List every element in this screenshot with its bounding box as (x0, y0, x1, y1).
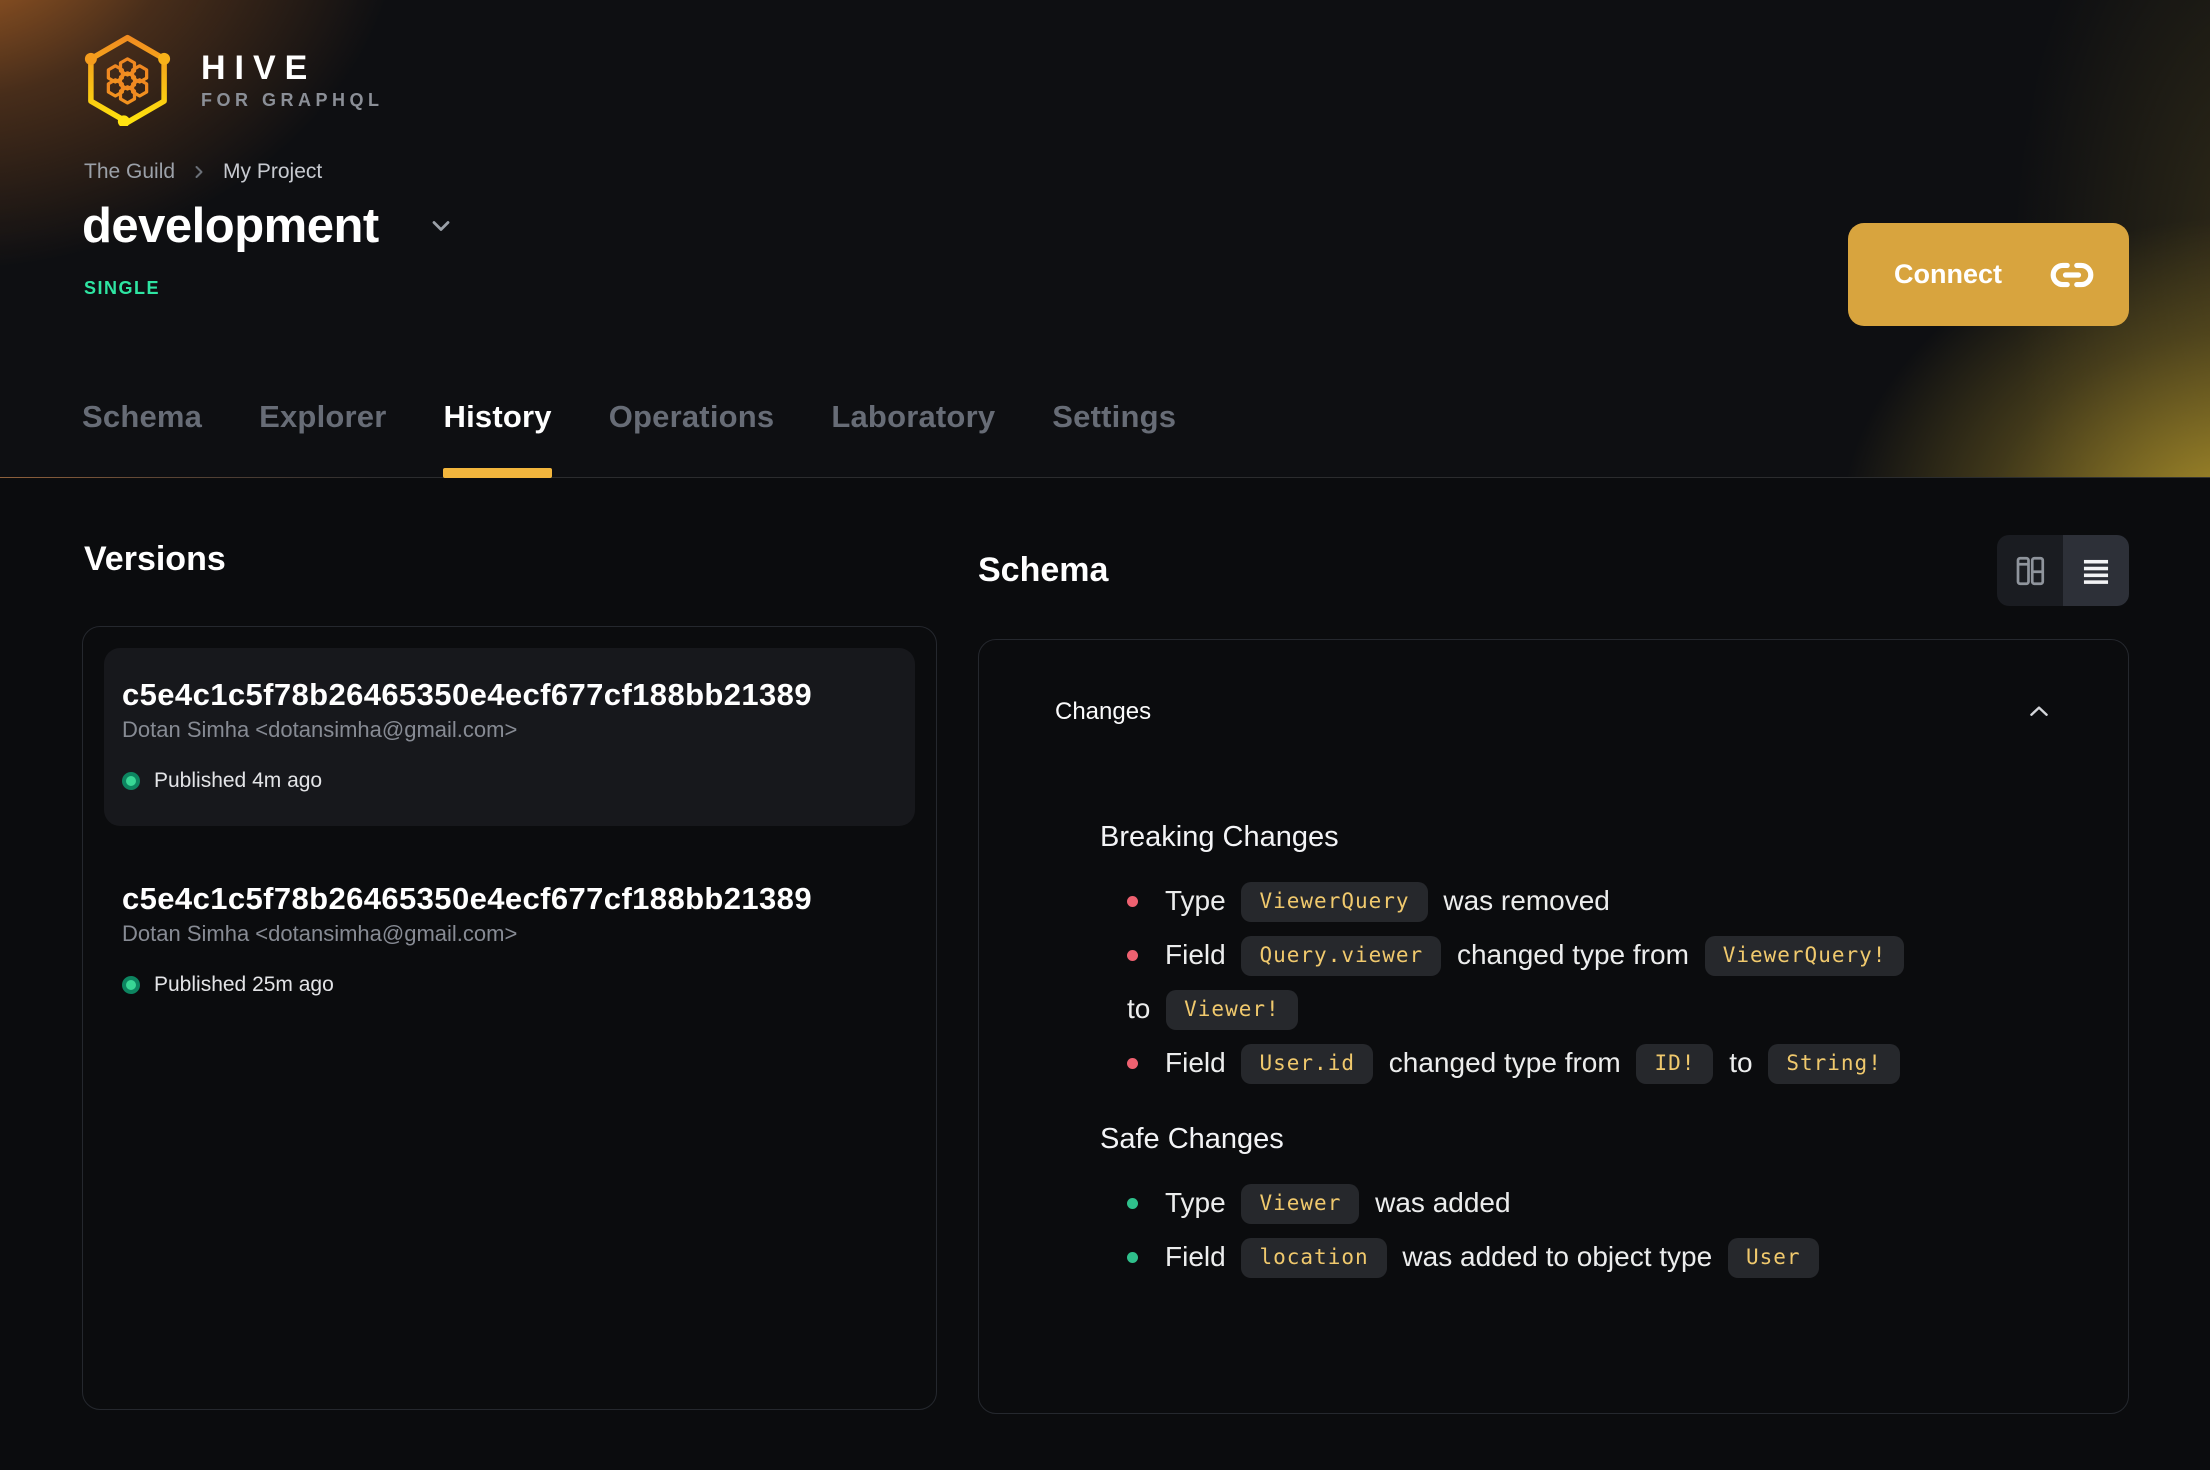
brand-name: HIVE (201, 49, 317, 87)
code-chip: location (1241, 1238, 1387, 1278)
bullet-icon (1127, 1198, 1138, 1209)
change-section-title: Safe Changes (1100, 1123, 1284, 1155)
change-section-safe: Safe Changes Type Viewer was added Field … (1100, 1120, 2052, 1284)
change-text: was removed (1443, 885, 1610, 916)
changes-collapse-header[interactable]: Changes (1055, 692, 2052, 732)
connect-button[interactable]: Connect (1848, 223, 2129, 326)
change-text: Field (1165, 1241, 1226, 1272)
changes-sections: Breaking Changes Type ViewerQuery was rem… (1055, 818, 2052, 1284)
brand-tagline: FOR GRAPHQL (201, 90, 384, 110)
columns-icon (2012, 553, 2048, 589)
bullet-icon (1127, 950, 1138, 961)
tab-schema[interactable]: Schema (82, 397, 202, 477)
change-text: Field (1165, 939, 1226, 970)
version-status-row: Published 4m ago (122, 769, 897, 793)
app: { "brand": {"name": "HIVE", "tagline": "… (0, 0, 2210, 1470)
schema-heading: Schema (978, 551, 1109, 589)
code-chip: Viewer (1241, 1184, 1360, 1224)
bullet-icon (1127, 1252, 1138, 1263)
change-list: Type Viewer was added Field location was… (1127, 1176, 2052, 1284)
chevron-up-icon[interactable] (2026, 699, 2052, 725)
version-hash: c5e4c1c5f78b26465350e4ecf677cf188bb21389 (122, 881, 812, 916)
breadcrumb-project[interactable]: My Project (223, 160, 322, 184)
tab-settings[interactable]: Settings (1052, 397, 1176, 477)
change-text: changed type from (1388, 1047, 1621, 1078)
code-chip: User.id (1241, 1044, 1373, 1084)
code-chip: Viewer! (1166, 990, 1298, 1030)
version-status-text: Published 25m ago (154, 973, 334, 996)
code-chip: Query.viewer (1241, 936, 1442, 976)
change-text: to (1729, 1047, 1753, 1078)
breadcrumb-org[interactable]: The Guild (84, 160, 175, 184)
target-type-badge: SINGLE (84, 278, 161, 298)
target-selector[interactable]: development (82, 198, 455, 254)
bullet-icon (1127, 896, 1138, 907)
version-author: Dotan Simha <dotansimha@gmail.com> (122, 717, 518, 742)
tab-operations[interactable]: Operations (609, 397, 775, 477)
tab-explorer[interactable]: Explorer (259, 397, 386, 477)
code-chip: ViewerQuery (1241, 882, 1428, 922)
hive-logo-icon (80, 34, 175, 126)
code-chip: String! (1768, 1044, 1900, 1084)
header: HIVE FOR GRAPHQL The Guild My Project de… (0, 0, 2210, 478)
change-text: Type (1165, 1187, 1226, 1218)
change-text: was added (1375, 1187, 1511, 1218)
version-card[interactable]: c5e4c1c5f78b26465350e4ecf677cf188bb21389… (104, 648, 915, 826)
version-status-text: Published 4m ago (154, 769, 323, 792)
version-status-row: Published 25m ago (122, 973, 897, 997)
code-chip: ID! (1636, 1044, 1714, 1084)
chevron-right-icon (191, 164, 207, 180)
tabs: Schema Explorer History Operations Laborator… (82, 397, 1176, 478)
connect-label: Connect (1894, 259, 2002, 289)
brand-text: HIVE FOR GRAPHQL (201, 48, 384, 112)
link-icon (2049, 252, 2095, 298)
chevron-down-icon[interactable] (427, 212, 455, 240)
brand-logo[interactable]: HIVE FOR GRAPHQL (80, 34, 384, 126)
tab-history[interactable]: History (443, 397, 552, 478)
version-author: Dotan Simha <dotansimha@gmail.com> (122, 921, 518, 946)
schema-panel: Changes Breaking Changes Type ViewerQuery… (978, 639, 2129, 1414)
change-item: Type ViewerQuery was removed (1127, 874, 2052, 928)
change-section-title: Breaking Changes (1100, 821, 1339, 853)
page-title: development (82, 199, 379, 253)
published-dot-icon (122, 976, 140, 994)
columns-view-button[interactable] (1997, 535, 2063, 606)
tab-laboratory[interactable]: Laboratory (831, 397, 995, 477)
versions-column: Versions c5e4c1c5f78b26465350e4ecf677cf1… (82, 478, 937, 1410)
change-text: to (1127, 993, 1151, 1024)
code-chip: ViewerQuery! (1704, 936, 1905, 976)
schema-column: Schema Changes Breaking Changes Type Vie… (978, 478, 2129, 1414)
versions-panel: c5e4c1c5f78b26465350e4ecf677cf188bb21389… (82, 626, 937, 1410)
schema-head-row: Schema (978, 535, 2129, 606)
change-list: Type ViewerQuery was removed Field Query… (1127, 874, 2052, 1090)
change-item: Field Query.viewer changed type from Vie… (1127, 928, 2052, 1036)
bullet-icon (1127, 1058, 1138, 1069)
version-hash: c5e4c1c5f78b26465350e4ecf677cf188bb21389 (122, 677, 812, 712)
change-item: Field User.id changed type from ID! to S… (1127, 1036, 2052, 1090)
breadcrumb: The Guild My Project (84, 160, 322, 184)
versions-heading: Versions (84, 540, 226, 578)
view-toggle (1997, 535, 2129, 606)
change-text: was added to object type (1402, 1241, 1713, 1272)
change-section-breaking: Breaking Changes Type ViewerQuery was rem… (1100, 818, 2052, 1090)
change-text: Type (1165, 885, 1226, 916)
versions-list: c5e4c1c5f78b26465350e4ecf677cf188bb21389… (104, 648, 915, 1030)
list-icon (2079, 554, 2113, 588)
change-item: Type Viewer was added (1127, 1176, 2052, 1230)
published-dot-icon (122, 772, 140, 790)
change-text: Field (1165, 1047, 1226, 1078)
changes-title: Changes (1055, 698, 1152, 725)
change-text: changed type from (1456, 939, 1689, 970)
list-view-button[interactable] (2063, 535, 2129, 606)
code-chip: User (1727, 1238, 1819, 1278)
version-card[interactable]: c5e4c1c5f78b26465350e4ecf677cf188bb21389… (104, 852, 915, 1030)
change-item: Field location was added to object type … (1127, 1230, 2052, 1284)
